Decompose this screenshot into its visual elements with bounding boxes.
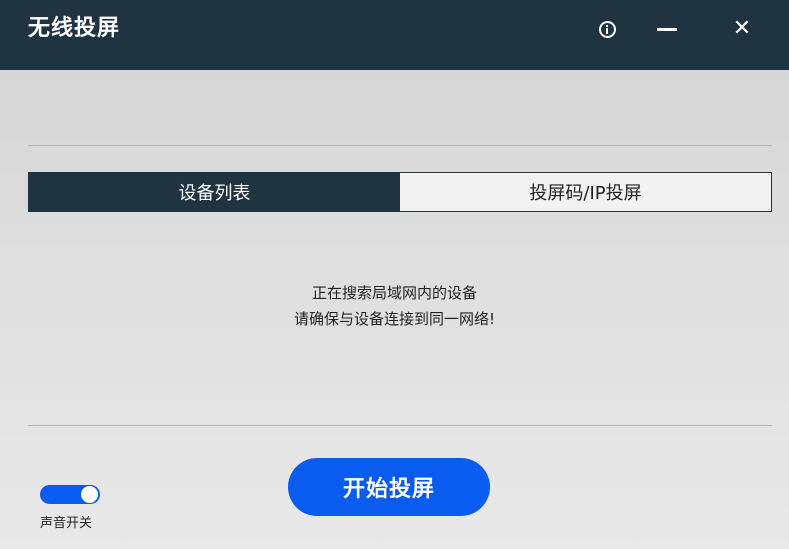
close-button[interactable]: ✕	[727, 14, 757, 44]
top-divider	[28, 145, 772, 146]
title-bar[interactable]: 无线投屏 ✕	[0, 0, 789, 70]
cast-window: 无线投屏 ✕ 设备列表 投屏码/IP投屏 正在搜索局域网内的设备 请确保与设备连…	[0, 0, 789, 549]
info-circle-icon	[598, 20, 616, 38]
window-title: 无线投屏	[28, 15, 121, 41]
status-line-searching: 正在搜索局域网内的设备	[311, 284, 477, 302]
sound-toggle-label: 声音开关	[40, 516, 93, 531]
minus-icon	[657, 27, 677, 31]
start-cast-button[interactable]: 开始投屏	[288, 458, 490, 516]
tab-code-ip-cast[interactable]: 投屏码/IP投屏	[400, 173, 771, 211]
toggle-knob	[81, 486, 98, 503]
status-line-network-hint: 请确保与设备连接到同一网络!	[293, 310, 495, 328]
mode-tabs: 设备列表 投屏码/IP投屏	[28, 172, 772, 212]
tab-device-list[interactable]: 设备列表	[29, 173, 400, 211]
bottom-divider	[28, 425, 772, 426]
minimize-button[interactable]	[652, 14, 682, 44]
info-button[interactable]	[592, 14, 622, 44]
search-status: 正在搜索局域网内的设备 请确保与设备连接到同一网络!	[0, 280, 789, 332]
close-icon: ✕	[732, 16, 752, 41]
sound-toggle[interactable]	[40, 485, 100, 504]
